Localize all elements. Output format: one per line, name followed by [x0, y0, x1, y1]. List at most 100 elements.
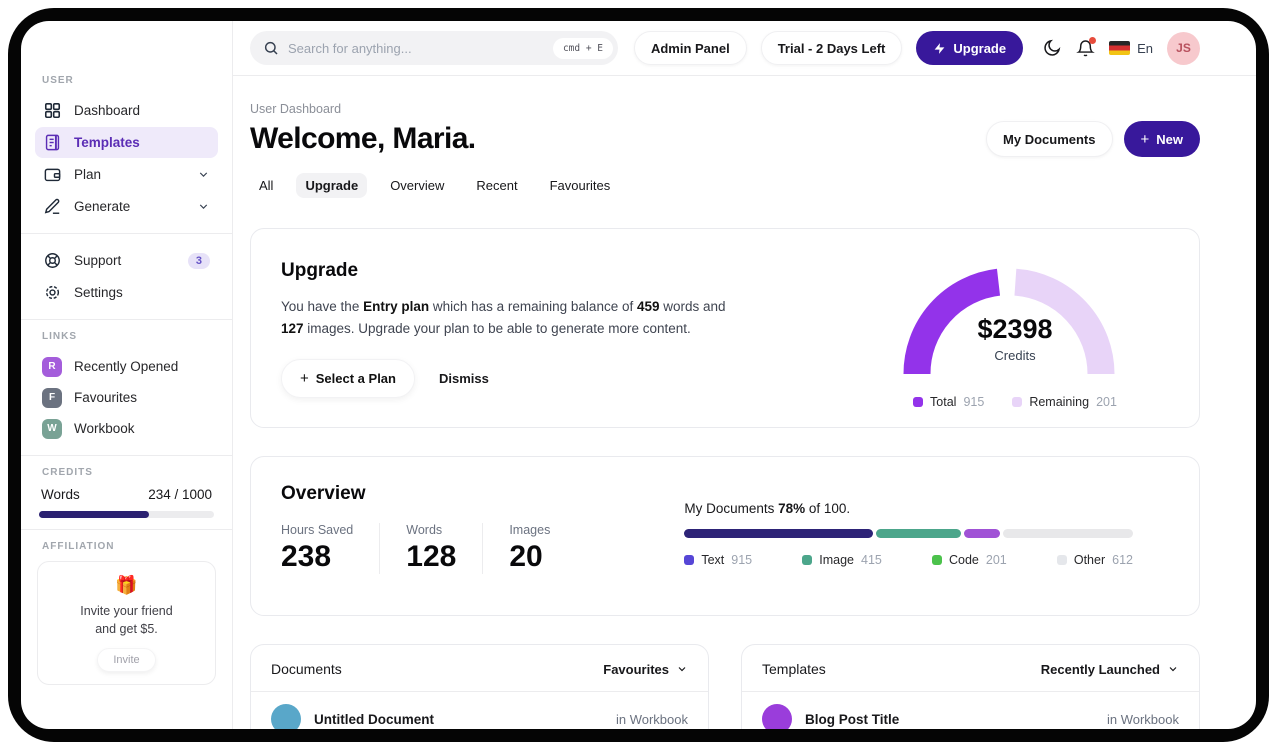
sidebar-section-user: USER — [42, 75, 74, 86]
legend-item-remaining: Remaining 201 — [1012, 395, 1117, 409]
bar-segment-other — [1002, 529, 1133, 538]
sidebar-item-plan[interactable]: Plan — [35, 159, 218, 190]
search-bar[interactable]: cmd + E — [250, 31, 618, 65]
templates-filter-label: Recently Launched — [1040, 661, 1160, 677]
legend-item-code: Code 201 — [931, 553, 1007, 567]
stat-value: 238 — [281, 540, 332, 573]
credits-progress-fill — [39, 511, 150, 518]
sidebar-divider — [21, 455, 232, 456]
template-row[interactable]: Blog Post Title in Workbook — [742, 692, 1199, 729]
device-frame: USER Dashboard Templates Plan Generate S… — [8, 8, 1269, 742]
legend-item-total: Total 915 — [913, 395, 984, 409]
upgrade-button[interactable]: Upgrade — [916, 31, 1024, 65]
link-avatar: F — [42, 387, 62, 408]
tab-all[interactable]: All — [250, 173, 282, 198]
sidebar-link-label: Favourites — [74, 390, 138, 405]
notifications-bell-icon[interactable] — [1076, 36, 1097, 58]
sidebar-divider — [21, 233, 232, 234]
sidebar-link-favourites[interactable]: F Favourites — [35, 382, 218, 413]
legend-swatch — [1012, 397, 1023, 407]
stacked-progress-bar — [684, 529, 1133, 538]
invite-button[interactable]: Invite — [97, 647, 156, 672]
templates-journal-icon — [43, 133, 62, 152]
sidebar-item-label: Plan — [74, 167, 102, 182]
search-input[interactable] — [288, 40, 544, 56]
template-location: in Workbook — [1106, 711, 1179, 727]
legend-label: Remaining — [1029, 395, 1090, 409]
link-avatar: R — [42, 356, 62, 377]
tab-recent[interactable]: Recent — [467, 173, 526, 198]
chevron-down-icon — [197, 168, 210, 181]
documents-card-title: Documents — [271, 661, 342, 677]
new-button[interactable]: + New — [1123, 121, 1200, 157]
tab-upgrade[interactable]: Upgrade — [296, 173, 368, 198]
gauge-label: Credits — [994, 348, 1036, 363]
chevron-down-icon — [1169, 667, 1177, 672]
content-area: User Dashboard Welcome, Maria. My Docume… — [233, 76, 1256, 729]
select-plan-button[interactable]: + Select a Plan — [281, 358, 415, 398]
gear-icon — [43, 283, 62, 302]
sidebar-item-label: Dashboard — [74, 103, 141, 118]
dark-mode-moon-icon[interactable] — [1042, 38, 1062, 58]
progress-legend: Text 915 Image 415 Code 201 Other 612 — [684, 553, 1133, 567]
legend-swatch — [1056, 555, 1067, 565]
legend-value: 415 — [861, 553, 882, 567]
topbar: cmd + E Admin Panel Trial - 2 Days Left … — [233, 21, 1256, 76]
legend-swatch — [913, 397, 924, 407]
stat-label: Words — [406, 523, 443, 537]
document-location: in Workbook — [615, 711, 688, 727]
user-avatar[interactable]: JS — [1167, 31, 1200, 65]
upgrade-card-title: Upgrade — [281, 260, 359, 281]
main-area: cmd + E Admin Panel Trial - 2 Days Left … — [233, 21, 1256, 729]
chevron-down-icon — [197, 200, 210, 213]
breadcrumb: User Dashboard — [250, 102, 342, 116]
sidebar-item-dashboard[interactable]: Dashboard — [35, 95, 218, 126]
affiliation-text-line1: Invite your friend — [80, 603, 173, 618]
sidebar-item-label: Settings — [74, 285, 123, 300]
dismiss-button[interactable]: Dismiss — [439, 371, 489, 386]
search-icon — [263, 40, 279, 56]
search-shortcut-badge: cmd + E — [552, 37, 613, 59]
legend-swatch — [684, 555, 695, 565]
germany-flag-icon[interactable] — [1109, 41, 1131, 55]
legend-label: Image — [819, 553, 854, 567]
upgrade-card: Upgrade You have the Entry plan which ha… — [250, 228, 1200, 428]
app-window: USER Dashboard Templates Plan Generate S… — [21, 21, 1256, 729]
sidebar-item-label: Support — [74, 253, 122, 268]
templates-card-title: Templates — [762, 661, 826, 677]
legend-item-other: Other 612 — [1056, 553, 1133, 567]
sidebar-item-support[interactable]: Support 3 — [35, 245, 218, 276]
new-button-label: New — [1156, 131, 1183, 147]
tab-overview[interactable]: Overview — [381, 173, 453, 198]
gauge-legend: Total 915 Remaining 201 — [893, 395, 1137, 409]
sidebar-item-templates[interactable]: Templates — [35, 127, 218, 158]
plus-icon: + — [1140, 130, 1150, 148]
progress-title: My Documents 78% of 100. — [684, 501, 851, 516]
sidebar-link-recently-opened[interactable]: R Recently Opened — [35, 351, 218, 382]
legend-item-image: Image 415 — [802, 553, 882, 567]
legend-item-text: Text 915 — [684, 553, 752, 567]
sidebar-item-generate[interactable]: Generate — [35, 191, 218, 222]
trial-status-button[interactable]: Trial - 2 Days Left — [760, 31, 903, 65]
language-label[interactable]: En — [1137, 41, 1153, 56]
affiliation-text-line2: and get $5. — [95, 621, 158, 636]
documents-filter-dropdown[interactable]: Favourites — [603, 662, 688, 677]
legend-value: 915 — [731, 553, 753, 567]
link-avatar: W — [42, 418, 62, 439]
sidebar-link-workbook[interactable]: W Workbook — [35, 413, 218, 444]
credits-value: 234 / 1000 — [148, 487, 212, 502]
sidebar-link-label: Recently Opened — [74, 359, 179, 374]
document-row[interactable]: Untitled Document in Workbook — [251, 692, 708, 729]
admin-panel-button[interactable]: Admin Panel — [633, 31, 747, 65]
stat-words: Words 128 — [406, 523, 484, 574]
wallet-icon — [43, 165, 62, 184]
sidebar-item-settings[interactable]: Settings — [35, 277, 218, 308]
sidebar-divider — [21, 319, 232, 320]
documents-progress-chart: My Documents 78% of 100. Text 915 Image … — [684, 483, 1133, 615]
legend-swatch — [931, 555, 942, 565]
templates-filter-dropdown[interactable]: Recently Launched — [1041, 662, 1179, 677]
legend-label: Other — [1073, 553, 1106, 567]
tab-favourites[interactable]: Favourites — [541, 173, 620, 198]
my-documents-button[interactable]: My Documents — [986, 121, 1113, 157]
sidebar-section-affiliation: AFFILIATION — [42, 541, 115, 552]
